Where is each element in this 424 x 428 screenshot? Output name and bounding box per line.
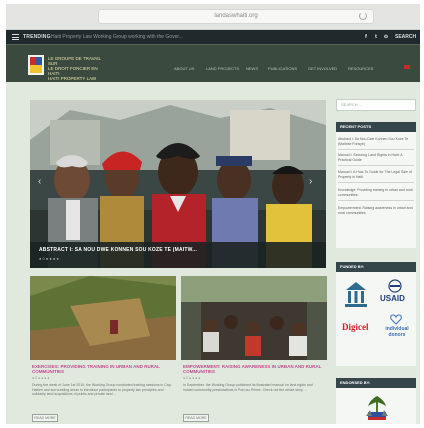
endorsed-by-heading: ENDORSED BY: bbox=[336, 378, 416, 388]
card-excerpt-empowerment: In September, the Working Group publishe… bbox=[183, 383, 313, 392]
address-bar[interactable]: landaswhaiti.org bbox=[98, 9, 374, 24]
card-title-training[interactable]: EXERCISES: PROVIDING TRAINING IN URBAN A… bbox=[32, 364, 172, 374]
instagram-icon[interactable]: ⊙ bbox=[382, 33, 390, 41]
nav-about[interactable]: ABOUT US bbox=[174, 66, 194, 71]
recent-post-item[interactable]: Abstract I: Sa Nou Dwe Konnen Sou Koze T… bbox=[338, 137, 416, 146]
slider-next-arrow-icon[interactable]: › bbox=[309, 176, 312, 187]
recent-post-item[interactable]: Empowerment: Raising awareness in urban … bbox=[338, 206, 416, 215]
nav-land-projects[interactable]: LAND PROJECTS bbox=[206, 66, 239, 71]
recent-post-item[interactable]: Manual I: A How-To Guide for The Legal S… bbox=[338, 170, 416, 179]
funder-building-logo-icon[interactable] bbox=[342, 280, 370, 310]
nav-news[interactable]: NEWS bbox=[246, 66, 258, 71]
twitter-icon[interactable]: t bbox=[372, 33, 380, 41]
logo-line-2: LE DROIT FONCIER EN HAITI bbox=[48, 66, 98, 76]
card-title-empowerment[interactable]: EMPOWERMENT: RAISING AWARENESS IN URBAN … bbox=[183, 364, 323, 374]
article-image-empowerment[interactable] bbox=[181, 276, 327, 360]
recent-post-item[interactable]: Manual I: Securing Land Rights in Haiti:… bbox=[338, 153, 416, 162]
divider bbox=[338, 165, 414, 166]
sidebar-search-input[interactable]: SEARCH ... bbox=[336, 99, 416, 111]
nav-resources[interactable]: RESOURCES bbox=[348, 66, 373, 71]
logo-line-1: LE GROUPE DE TRAVAIL SUR bbox=[48, 56, 101, 66]
nav-publications[interactable]: PUBLICATIONS bbox=[268, 66, 297, 71]
logo-flag-yellow bbox=[30, 65, 42, 73]
hero-caption-bar bbox=[30, 242, 326, 268]
divider bbox=[338, 200, 414, 201]
read-more-button-training[interactable]: READ MORE bbox=[32, 414, 58, 422]
browser-chrome: landaswhaiti.org bbox=[6, 4, 420, 30]
slider-prev-arrow-icon[interactable]: ‹ bbox=[38, 176, 41, 187]
top-bar: TRENDING Haiti Property Law Working Grou… bbox=[6, 30, 420, 44]
card-meta-empowerment: ● 0 ● ● ● ● bbox=[183, 376, 201, 380]
logo-flag-blue bbox=[36, 57, 42, 65]
nav-get-involved[interactable]: GET INVOLVED bbox=[308, 66, 337, 71]
funder-individual-donors[interactable]: individual donors bbox=[384, 326, 410, 338]
reload-icon[interactable] bbox=[359, 12, 367, 20]
trending-ticker[interactable]: Haiti Property Law Working Group working… bbox=[51, 34, 241, 40]
heart-icon bbox=[390, 314, 402, 325]
field-photo bbox=[30, 276, 176, 360]
read-more-button-empowerment[interactable]: READ MORE bbox=[183, 414, 209, 422]
divider bbox=[338, 149, 414, 150]
hero-title[interactable]: ABSTRACT I: SA NOU DWE KONNEN SOU KOZE T… bbox=[39, 247, 197, 253]
funder-digicel[interactable]: Digicel bbox=[342, 322, 369, 332]
hamburger-menu-icon[interactable] bbox=[12, 34, 19, 40]
language-flag-icon[interactable] bbox=[404, 65, 410, 69]
funder-usaid[interactable]: USAID bbox=[380, 294, 405, 303]
address-bar-url: landaswhaiti.org bbox=[214, 13, 258, 19]
meeting-photo bbox=[181, 276, 327, 360]
haiti-coat-of-arms-icon[interactable] bbox=[364, 394, 390, 422]
facebook-icon[interactable]: f bbox=[362, 33, 370, 41]
funded-by-heading: FUNDED BY: bbox=[336, 262, 416, 272]
usaid-seal-icon bbox=[388, 279, 402, 293]
top-search-button[interactable]: SEARCH bbox=[395, 34, 416, 40]
hero-meta: ● 0 ● ● ● ● bbox=[39, 256, 59, 261]
site-header: LE GROUPE DE TRAVAIL SUR LE DROIT FONCIE… bbox=[6, 44, 420, 86]
article-image-training[interactable] bbox=[30, 276, 176, 360]
trending-label: TRENDING bbox=[23, 34, 51, 40]
card-meta-training: ● 0 ● ● ● ● bbox=[32, 376, 50, 380]
recent-post-item[interactable]: Knowledge: Providing training in urban a… bbox=[338, 188, 416, 197]
recent-posts-heading: RECENT POSTS bbox=[336, 122, 416, 132]
divider bbox=[338, 182, 414, 183]
card-excerpt-training: During the week of June 1st 2016, the Wo… bbox=[32, 383, 172, 396]
